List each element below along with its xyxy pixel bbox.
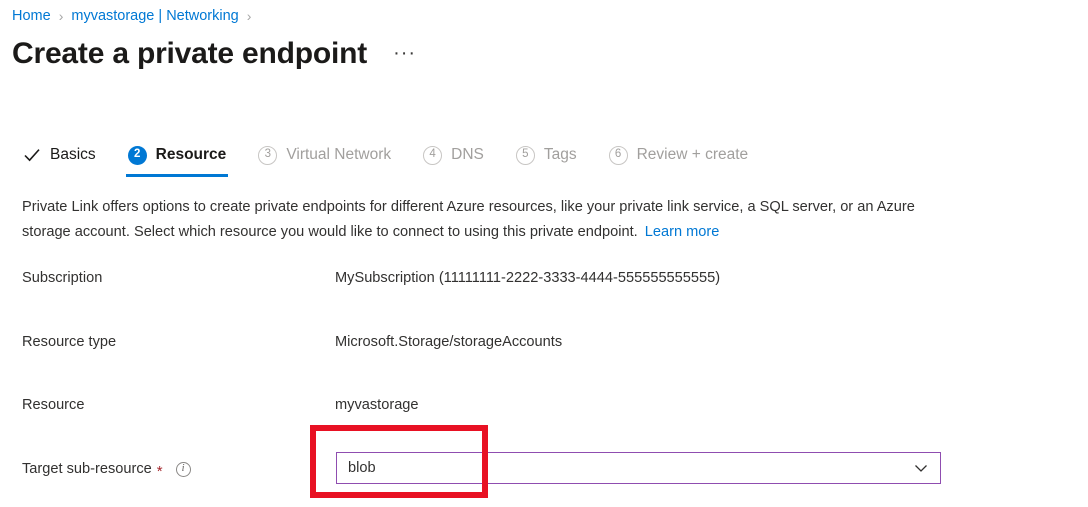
tab-label: Resource [156, 145, 227, 165]
target-sub-resource-selected-value: blob [348, 458, 914, 478]
resource-label: Resource [22, 397, 84, 413]
check-icon [23, 146, 41, 164]
breadcrumb-item-myvastorage-networking[interactable]: myvastorage | Networking [71, 4, 238, 28]
tab-tags[interactable]: 5 Tags [514, 138, 579, 172]
subscription-label: Subscription [22, 270, 102, 286]
breadcrumb-separator-icon: › [59, 4, 64, 28]
page-header: Create a private endpoint ··· [12, 34, 416, 74]
tab-dns[interactable]: 4 DNS [421, 138, 486, 172]
learn-more-link[interactable]: Learn more [645, 224, 720, 240]
step-badge: 4 [423, 146, 442, 165]
chevron-down-icon [914, 461, 928, 475]
required-indicator: * [157, 464, 163, 479]
step-badge: 3 [258, 146, 277, 165]
subscription-value: MySubscription (11111111-2222-3333-4444-… [335, 270, 720, 286]
tab-basics[interactable]: Basics [21, 138, 98, 172]
step-badge: 5 [516, 146, 535, 165]
tab-label: DNS [451, 145, 484, 165]
tab-label: Review + create [637, 145, 749, 165]
breadcrumb-separator-icon: › [247, 4, 252, 28]
tab-virtual-network[interactable]: 3 Virtual Network [256, 138, 393, 172]
step-badge: 6 [609, 146, 628, 165]
breadcrumb: Home › myvastorage | Networking › [12, 4, 259, 28]
page-title: Create a private endpoint [12, 34, 367, 74]
resource-type-label: Resource type [22, 334, 116, 350]
section-description: Private Link offers options to create pr… [22, 195, 947, 245]
breadcrumb-item-home[interactable]: Home [12, 4, 51, 28]
tab-label: Virtual Network [286, 145, 391, 165]
target-sub-resource-dropdown[interactable]: blob [336, 452, 941, 484]
description-text: Private Link offers options to create pr… [22, 199, 915, 240]
wizard-tabs: Basics 2 Resource 3 Virtual Network 4 DN… [21, 138, 778, 176]
tab-label: Basics [50, 145, 96, 165]
more-options-icon[interactable]: ··· [393, 43, 416, 63]
target-sub-resource-label: Target sub-resource * i [22, 461, 191, 477]
field-row-subscription: Subscription MySubscription (11111111-22… [0, 263, 1088, 293]
target-sub-resource-label-text: Target sub-resource [22, 461, 152, 477]
info-icon[interactable]: i [176, 462, 191, 477]
step-badge: 2 [128, 146, 147, 165]
resource-type-value: Microsoft.Storage/storageAccounts [335, 334, 562, 350]
tab-label: Tags [544, 145, 577, 165]
field-row-resource-type: Resource type Microsoft.Storage/storageA… [0, 327, 1088, 357]
field-row-resource: Resource myvastorage [0, 390, 1088, 420]
tab-review-create[interactable]: 6 Review + create [607, 138, 751, 172]
resource-value: myvastorage [335, 397, 419, 413]
tab-resource[interactable]: 2 Resource [126, 138, 229, 172]
